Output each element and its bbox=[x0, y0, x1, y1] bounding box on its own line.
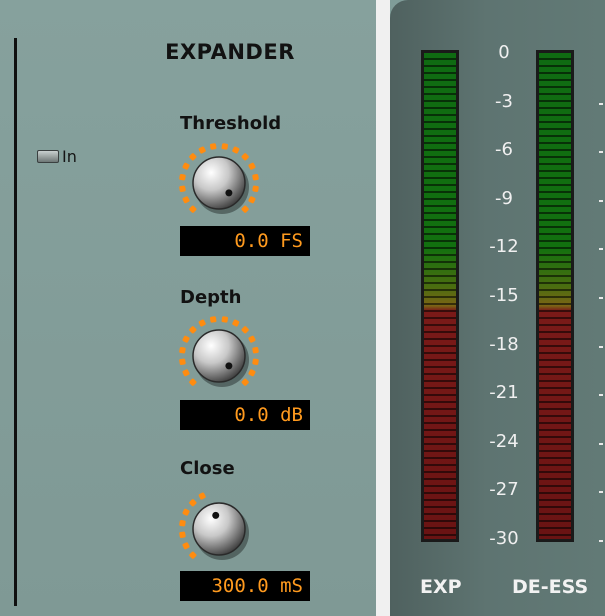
knob-arc-dot bbox=[189, 153, 197, 161]
exp-meter bbox=[421, 50, 459, 542]
knob-arc-dot bbox=[248, 335, 256, 343]
exp-meter-bar bbox=[424, 53, 456, 539]
knob-arc-dot bbox=[179, 185, 186, 193]
knob-arc-dot bbox=[209, 316, 217, 323]
knob-arc-dot bbox=[189, 499, 197, 507]
expander-panel: EXPANDER In Threshold 0.0 FS Depth 0.0 d… bbox=[0, 0, 376, 616]
knob-arc-dot bbox=[241, 153, 249, 161]
meter-scale-tick bbox=[599, 102, 603, 105]
knob-graphic bbox=[179, 492, 249, 560]
meter-scale-label: -12 bbox=[489, 236, 519, 258]
knob-arc-dot bbox=[241, 326, 249, 334]
knob-pointer bbox=[212, 511, 220, 519]
meter-scale-tick bbox=[599, 297, 603, 299]
exp-meter-label: EXP bbox=[420, 576, 462, 598]
knob-pointer bbox=[225, 189, 233, 197]
knob-arc-dot bbox=[182, 335, 190, 343]
knob-arc-dot bbox=[209, 143, 217, 150]
knob-graphic bbox=[179, 316, 259, 387]
meter-scale-tick bbox=[599, 345, 603, 348]
meter-scale-label: -18 bbox=[489, 333, 519, 355]
knob-arc-dot bbox=[182, 162, 190, 170]
meter-scale-label: 0 bbox=[498, 42, 510, 63]
knob-arc-dot bbox=[182, 508, 190, 516]
close-knob[interactable] bbox=[176, 486, 262, 572]
knob-arc-dot bbox=[189, 205, 197, 213]
meter-scale-label: -15 bbox=[489, 285, 519, 306]
knob-arc-dot bbox=[248, 369, 256, 377]
knob-arc-dot bbox=[232, 319, 240, 327]
meter-scale-tick bbox=[599, 540, 603, 542]
meter-scale-label: -21 bbox=[489, 382, 519, 404]
knob-arc-dot bbox=[252, 346, 259, 354]
in-toggle[interactable]: In bbox=[37, 146, 77, 166]
meter-scale-tick bbox=[599, 151, 603, 154]
knob-arc-dot bbox=[252, 185, 259, 193]
meter-scale-tick bbox=[599, 199, 603, 202]
depth-readout: 0.0 dB bbox=[180, 400, 310, 430]
meter-scale-label: -30 bbox=[489, 528, 519, 549]
knob-arc-dot bbox=[179, 519, 186, 527]
threshold-readout: 0.0 FS bbox=[180, 226, 310, 256]
in-toggle-label: In bbox=[62, 146, 77, 166]
knob-arc-dot bbox=[221, 143, 229, 150]
knob-arc-dot bbox=[189, 551, 197, 559]
knob-arc-dot bbox=[248, 162, 256, 170]
panel-edge-line bbox=[14, 38, 17, 606]
close-label: Close bbox=[180, 458, 235, 479]
knob-pointer bbox=[225, 362, 233, 370]
close-readout: 300.0 mS bbox=[180, 571, 310, 601]
knob-arc-dot bbox=[241, 378, 249, 386]
knob-body bbox=[192, 502, 246, 556]
knob-arc-dot bbox=[189, 326, 197, 334]
knob-arc-dot bbox=[179, 173, 186, 181]
panel-divider bbox=[376, 0, 390, 616]
depth-label: Depth bbox=[180, 287, 242, 308]
knob-arc-dot bbox=[221, 316, 229, 323]
knob-arc-dot bbox=[198, 492, 206, 500]
in-led-indicator[interactable] bbox=[37, 149, 59, 163]
knob-arc-dot bbox=[179, 346, 186, 354]
meter-scale-label: -27 bbox=[489, 479, 519, 501]
depth-knob[interactable] bbox=[176, 313, 262, 399]
knob-arc-dot bbox=[179, 358, 186, 366]
knob-arc-dot bbox=[198, 319, 206, 327]
knob-arc-dot bbox=[189, 378, 197, 386]
meter-scale-tick bbox=[599, 442, 603, 445]
knob-arc-dot bbox=[248, 196, 256, 204]
meter-panel: 0 -3 -6 -9 -12 -15 -18 -21 -24 -27 -30 EXP DE-ESS bbox=[390, 0, 605, 616]
knob-arc-dot bbox=[198, 146, 206, 154]
knob-arc-dot bbox=[252, 358, 259, 366]
threshold-knob[interactable] bbox=[176, 140, 262, 226]
knob-body bbox=[192, 156, 246, 210]
meter-scale-label: -9 bbox=[495, 187, 513, 209]
panel-title: EXPANDER bbox=[165, 40, 295, 64]
knob-arc-dot bbox=[179, 531, 186, 539]
de-ess-meter-label: DE-ESS bbox=[512, 576, 589, 598]
knob-arc-dot bbox=[182, 369, 190, 377]
knob-arc-dot bbox=[241, 205, 249, 213]
knob-arc-dot bbox=[252, 173, 259, 181]
knob-arc-dot bbox=[182, 542, 190, 550]
knob-body bbox=[192, 329, 246, 383]
de-ess-meter bbox=[536, 50, 574, 542]
meter-scale-label: -24 bbox=[489, 430, 519, 452]
de-ess-meter-bar bbox=[539, 53, 571, 539]
meter-scale-label: -6 bbox=[495, 139, 513, 161]
knob-graphic bbox=[179, 143, 259, 214]
threshold-label: Threshold bbox=[180, 113, 282, 134]
meter-scale-tick bbox=[599, 394, 603, 397]
knob-arc-dot bbox=[232, 146, 240, 154]
meter-scale-tick bbox=[599, 491, 603, 494]
meter-scale-label: -3 bbox=[495, 90, 513, 112]
knob-arc-dot bbox=[182, 196, 190, 204]
meter-scale-tick bbox=[599, 248, 603, 251]
